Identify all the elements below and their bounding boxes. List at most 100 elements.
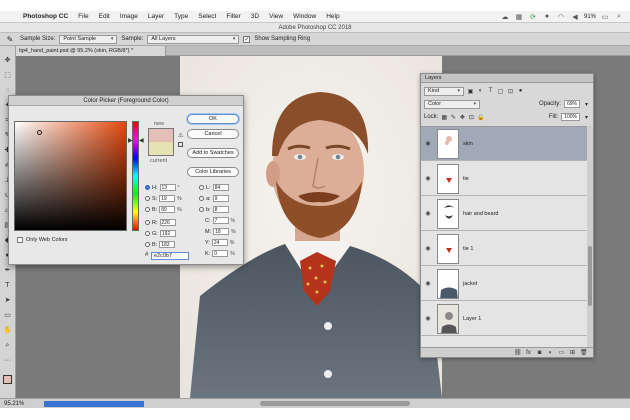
- input-r[interactable]: 226: [159, 219, 176, 226]
- input-c[interactable]: 7: [212, 217, 229, 224]
- menu-edit[interactable]: Edit: [94, 11, 115, 23]
- volume-icon[interactable]: ◀: [570, 13, 580, 21]
- foreground-color-swatch[interactable]: [3, 375, 12, 384]
- layer-row-tie-1[interactable]: ◉ tie 1: [421, 232, 587, 266]
- zoom-level[interactable]: 95.21%: [0, 401, 40, 407]
- radio-r[interactable]: [145, 220, 150, 225]
- lock-transparent-icon[interactable]: ▦: [441, 114, 448, 121]
- type-tool-icon[interactable]: T: [2, 281, 14, 291]
- battery-percent[interactable]: 91%: [584, 14, 596, 20]
- web-safe-cube-icon[interactable]: [178, 142, 183, 147]
- radio-blue[interactable]: [145, 242, 150, 247]
- radio-h[interactable]: [145, 185, 150, 190]
- current-color-swatch[interactable]: [148, 142, 174, 156]
- hex-input[interactable]: e2c0b7: [151, 252, 189, 260]
- layer-row-skin[interactable]: ◉ skin: [421, 127, 587, 161]
- radio-g[interactable]: [145, 231, 150, 236]
- add-mask-icon[interactable]: ◙: [536, 350, 543, 356]
- visibility-eye-icon[interactable]: ◉: [421, 280, 435, 287]
- layer-row-hair-and-beard[interactable]: ◉ hair and beard: [421, 197, 587, 231]
- menu-view[interactable]: View: [264, 11, 288, 23]
- cancel-button[interactable]: Cancel: [187, 129, 239, 139]
- type-filter-icon[interactable]: T: [487, 88, 494, 94]
- trash-icon[interactable]: 🗑: [580, 349, 588, 356]
- battery-icon[interactable]: ▭: [600, 13, 610, 21]
- radio-l[interactable]: [199, 185, 204, 190]
- input-b[interactable]: 89: [159, 206, 176, 213]
- pixel-filter-icon[interactable]: ▣: [467, 88, 474, 95]
- chevron-down-icon[interactable]: ▾: [583, 114, 590, 121]
- menu-layer[interactable]: Layer: [143, 11, 169, 23]
- lock-all-icon[interactable]: 🔒: [477, 114, 484, 121]
- layer-row-tie[interactable]: ◉ tie: [421, 162, 587, 196]
- layers-scroll-thumb[interactable]: [588, 246, 592, 306]
- add-to-swatches-button[interactable]: Add to Swatches: [187, 148, 239, 158]
- menu-type[interactable]: Type: [169, 11, 193, 23]
- move-tool-icon[interactable]: ✥: [2, 56, 14, 66]
- saturation-brightness-field[interactable]: [14, 121, 127, 231]
- filter-toggle-icon[interactable]: ●: [517, 88, 524, 94]
- wifi-icon[interactable]: ◠: [556, 13, 566, 21]
- blend-mode-select[interactable]: Color ▾: [424, 99, 480, 109]
- visibility-eye-icon[interactable]: ◉: [421, 140, 435, 147]
- input-lab-b[interactable]: 8: [212, 206, 229, 213]
- menu-file[interactable]: File: [73, 11, 93, 23]
- input-a[interactable]: 9: [212, 195, 229, 202]
- menu-3d[interactable]: 3D: [246, 11, 264, 23]
- input-y[interactable]: 24: [211, 239, 228, 246]
- show-sampling-ring-checkbox[interactable]: ✓: [243, 35, 251, 43]
- shape-filter-icon[interactable]: ▢: [497, 88, 504, 95]
- fx-icon[interactable]: fx: [525, 350, 532, 356]
- hand-tool-icon[interactable]: ✋: [2, 326, 14, 336]
- menu-select[interactable]: Select: [193, 11, 221, 23]
- input-s[interactable]: 19: [159, 195, 176, 202]
- radio-lab-b[interactable]: [199, 207, 204, 212]
- search-icon[interactable]: ⌕: [614, 13, 624, 21]
- cloud-icon[interactable]: ☁: [500, 13, 510, 21]
- layer-row-jacket[interactable]: ◉ jacket: [421, 267, 587, 301]
- refresh-icon[interactable]: ⟳: [528, 13, 538, 21]
- chevron-down-icon[interactable]: ▾: [583, 101, 590, 108]
- zoom-tool-icon[interactable]: ⌕: [2, 341, 14, 351]
- more-tools-icon[interactable]: ···: [2, 356, 14, 366]
- lock-pixels-icon[interactable]: ✎: [450, 114, 456, 121]
- eyedropper-icon[interactable]: ✎: [4, 35, 16, 44]
- lock-position-icon[interactable]: ✥: [459, 114, 465, 121]
- smart-object-filter-icon[interactable]: ⊡: [507, 88, 514, 95]
- menu-help[interactable]: Help: [321, 11, 344, 23]
- adjustment-layer-icon[interactable]: ◐: [547, 350, 554, 356]
- input-k[interactable]: 0: [212, 250, 229, 257]
- sample-select[interactable]: All Layers ▾: [147, 34, 240, 44]
- marquee-tool-icon[interactable]: ⬚: [2, 71, 14, 81]
- stop-icon[interactable]: ●: [542, 13, 552, 20]
- link-layers-icon[interactable]: ⛓: [514, 349, 522, 356]
- layer-row-layer-1[interactable]: ◉ Layer 1: [421, 302, 587, 336]
- ok-button[interactable]: OK: [187, 114, 239, 124]
- menu-photoshop[interactable]: Photoshop CC: [18, 11, 73, 23]
- path-select-icon[interactable]: ➤: [2, 296, 14, 306]
- radio-a[interactable]: [199, 196, 204, 201]
- visibility-eye-icon[interactable]: ◉: [421, 210, 435, 217]
- shape-tool-icon[interactable]: ▭: [2, 311, 14, 321]
- radio-b[interactable]: [145, 207, 150, 212]
- new-group-icon[interactable]: ▭: [558, 349, 565, 356]
- horizontal-scrollbar[interactable]: [260, 401, 410, 406]
- sample-size-select[interactable]: Point Sample ▾: [59, 34, 118, 44]
- menu-image[interactable]: Image: [115, 11, 143, 23]
- color-cursor-ring[interactable]: [37, 130, 42, 135]
- input-m[interactable]: 18: [213, 228, 230, 235]
- menu-window[interactable]: Window: [288, 11, 321, 23]
- lock-artboard-icon[interactable]: ⊡: [468, 114, 474, 121]
- layers-scrollbar[interactable]: [587, 126, 593, 348]
- pen-tool-icon[interactable]: ✒: [2, 266, 14, 276]
- input-g[interactable]: 192: [159, 230, 176, 237]
- input-h[interactable]: 13: [159, 184, 176, 191]
- input-blue[interactable]: 183: [159, 241, 176, 248]
- fill-input[interactable]: 100%: [561, 113, 580, 121]
- color-libraries-button[interactable]: Color Libraries: [187, 167, 239, 177]
- visibility-eye-icon[interactable]: ◉: [421, 175, 435, 182]
- kind-filter-select[interactable]: Kind ▾: [424, 86, 464, 96]
- hue-marker-left-icon[interactable]: ▶: [128, 137, 133, 144]
- hue-slider[interactable]: [132, 121, 139, 231]
- radio-s[interactable]: [145, 196, 150, 201]
